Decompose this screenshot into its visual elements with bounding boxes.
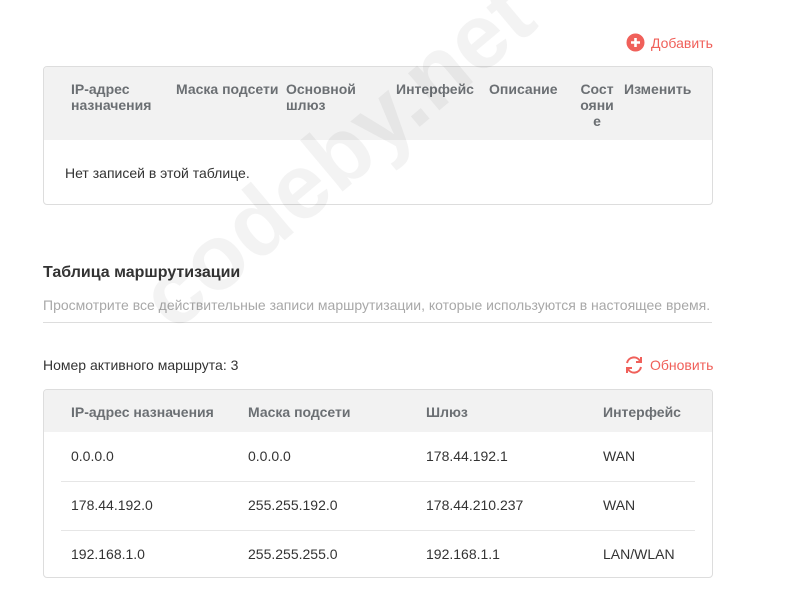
col-mask: Маска подсети	[248, 404, 351, 420]
col-mask: Маска подсети	[176, 81, 279, 97]
active-route-count: Номер активного маршрута: 3	[43, 357, 239, 373]
table-cell: 178.44.210.237	[426, 497, 524, 513]
divider	[43, 322, 712, 323]
add-label: Добавить	[651, 34, 713, 51]
refresh-button[interactable]: Обновить	[624, 355, 713, 375]
table-cell: 255.255.192.0	[248, 497, 338, 513]
empty-message: Нет записей в этой таблице.	[65, 165, 250, 181]
col-destination: IP-адрес назначения	[71, 404, 214, 420]
table-cell: 0.0.0.0	[71, 448, 114, 464]
table-cell: 255.255.255.0	[248, 546, 338, 562]
col-interface: Интерфейс	[603, 404, 681, 420]
col-destination: IP-адрес назначения	[71, 81, 152, 113]
section-subtitle: Просмотрите все действительные записи ма…	[43, 297, 711, 313]
table-cell: LAN/WLAN	[603, 546, 675, 562]
routing-table: IP-адрес назначения Маска подсети Шлюз И…	[43, 389, 713, 578]
table-cell: 192.168.1.1	[426, 546, 500, 562]
table-cell: 192.168.1.0	[71, 546, 145, 562]
table-cell: 0.0.0.0	[248, 448, 291, 464]
table-cell: WAN	[603, 448, 636, 464]
table-cell: 178.44.192.1	[426, 448, 508, 464]
table-header: IP-адрес назначения Маска подсети Шлюз И…	[44, 390, 712, 432]
table-cell: WAN	[603, 497, 636, 513]
refresh-label: Обновить	[650, 357, 714, 373]
plus-circle-icon	[626, 33, 645, 52]
table-cell: 178.44.192.0	[71, 497, 153, 513]
refresh-icon	[626, 356, 642, 374]
col-status: Состояние	[580, 81, 614, 129]
row-divider	[61, 481, 695, 482]
add-button[interactable]: Добавить	[626, 33, 713, 52]
row-divider	[61, 530, 695, 531]
col-gateway: Шлюз	[426, 404, 468, 420]
col-edit: Изменить	[624, 81, 692, 97]
